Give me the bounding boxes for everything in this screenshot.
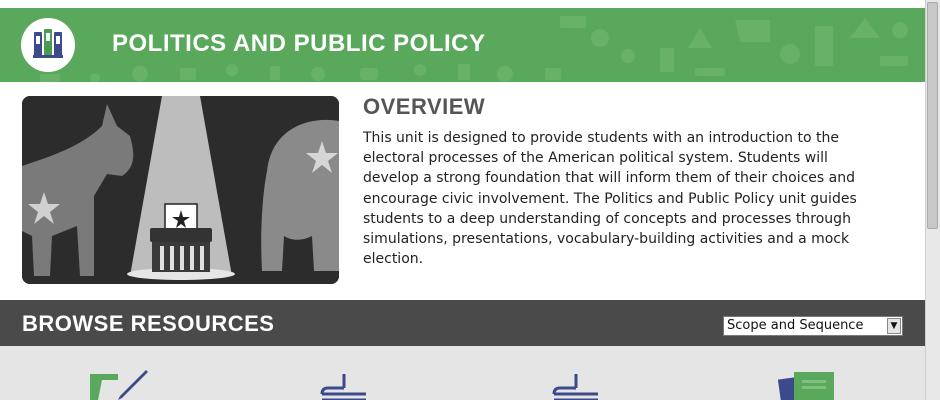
scrollbar-thumb[interactable] xyxy=(927,2,938,229)
donkey-elephant-ballot-box-illustration xyxy=(22,96,339,284)
document-icon[interactable] xyxy=(552,370,612,400)
unit-header: POLITICS AND PUBLIC POLICY xyxy=(0,8,926,82)
scroll-pen-icon[interactable] xyxy=(88,370,148,400)
resource-type-select[interactable]: Scope and Sequence ▼ xyxy=(723,316,903,336)
chevron-down-icon[interactable]: ▼ xyxy=(887,318,901,334)
ballot-logo-icon xyxy=(33,29,63,58)
overview-illustration xyxy=(22,96,339,284)
browse-resources-heading: BROWSE RESOURCES xyxy=(22,311,275,336)
unit-logo xyxy=(21,18,75,72)
page-title: POLITICS AND PUBLIC POLICY xyxy=(112,30,486,57)
select-value: Scope and Sequence xyxy=(727,318,864,333)
papers-stack-icon[interactable] xyxy=(778,370,838,400)
overview-description: This unit is designed to provide student… xyxy=(363,130,857,268)
page-scrollbar[interactable] xyxy=(925,0,940,400)
top-strip xyxy=(0,0,926,8)
browse-resources-bar: BROWSE RESOURCES Scope and Sequence ▼ xyxy=(0,300,926,346)
resources-grid xyxy=(0,346,926,400)
overview-heading: OVERVIEW xyxy=(363,94,486,119)
document-icon[interactable] xyxy=(320,370,380,400)
